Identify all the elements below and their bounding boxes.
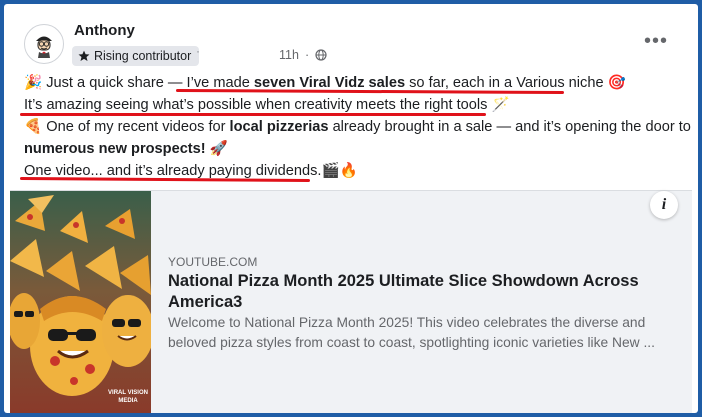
star-icon: [78, 50, 90, 61]
meta-dot: ·: [304, 48, 310, 62]
watermark-line-2: MEDIA: [118, 398, 138, 404]
rising-contributor-badge[interactable]: Rising contributor: [72, 46, 200, 66]
info-icon[interactable]: i: [650, 191, 678, 219]
globe-icon[interactable]: [315, 49, 327, 61]
link-title[interactable]: National Pizza Month 2025 Ultimate Slice…: [168, 271, 673, 313]
watermark-line-1: VIRAL VISION: [108, 390, 148, 396]
underline-2: [20, 113, 486, 116]
more-options-icon[interactable]: •••: [644, 30, 668, 53]
bold-prospects: numerous new prospects!: [24, 141, 206, 157]
link-description: Welcome to National Pizza Month 2025! Th…: [168, 315, 655, 350]
author-name[interactable]: Anthony: [74, 22, 135, 39]
link-preview[interactable]: VIRAL VISION MEDIA i YOUTUBE.COM Nationa…: [10, 190, 692, 413]
avatar-illustration-icon: [36, 36, 52, 58]
bold-pizzerias: local pizzerias: [229, 119, 329, 135]
post-line-3: 🍕 One of my recent videos for local pizz…: [24, 119, 691, 135]
badge-label: Rising contributor: [94, 49, 192, 63]
video-thumbnail[interactable]: VIRAL VISION MEDIA: [10, 191, 151, 413]
post-time[interactable]: 11h: [279, 48, 299, 62]
link-domain: YOUTUBE.COM: [168, 255, 258, 269]
separator-dot: ·: [196, 44, 200, 58]
post-meta: 11h ·: [279, 48, 327, 62]
pizza-characters-image-icon: VIRAL VISION MEDIA: [10, 191, 151, 413]
post-line-4: numerous new prospects! 🚀: [24, 141, 228, 157]
avatar[interactable]: [24, 24, 64, 64]
post-body: 🎉 Just a quick share — I’ve made seven V…: [24, 72, 691, 182]
post-card: Anthony Rising contributor · 11h · ••• 🎉…: [4, 4, 698, 413]
